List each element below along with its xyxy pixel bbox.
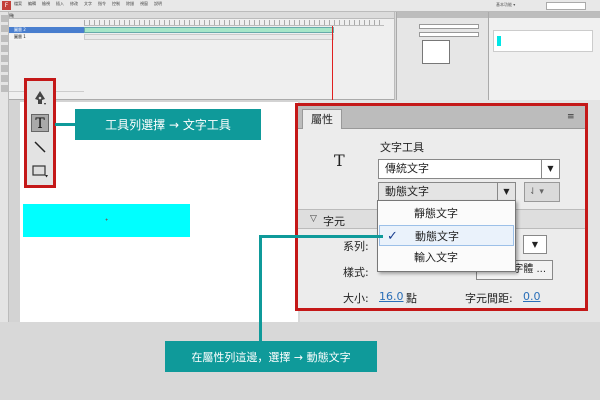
menu-item-dynamic-text[interactable]: ✓ 動態文字 (379, 225, 514, 246)
layer-name[interactable]: 圖層 2 (8, 27, 84, 33)
tools-strip (0, 12, 9, 322)
menu-debug[interactable]: 除錯 (126, 1, 134, 7)
tool-icon[interactable] (1, 45, 8, 52)
tool-icon[interactable] (1, 75, 8, 82)
family-label: 系列: (343, 240, 369, 253)
layer-name[interactable]: 圖層 1 (8, 34, 84, 40)
timeline-layer-row[interactable]: 圖層 1 (0, 34, 395, 40)
timeline-title: 時間軸 (0, 12, 394, 19)
mini-panel-header (489, 12, 600, 18)
menu-view[interactable]: 檢視 (42, 1, 50, 7)
panel-menu-icon[interactable]: ≡ (567, 113, 579, 122)
menu-bar: F 檔案 編輯 檢視 插入 修改 文字 指令 控制 除錯 視窗 說明 基本功能 … (0, 0, 600, 12)
tool-name-label: 文字工具 (380, 141, 424, 154)
tool-icon[interactable] (1, 65, 8, 72)
letter-spacing-label: 字元間距: (465, 292, 513, 305)
registration-point-icon: + (105, 217, 109, 222)
pen-tool-icon[interactable] (31, 89, 49, 107)
menu-item-static-text[interactable]: 靜態文字 (379, 203, 514, 224)
tool-icon[interactable] (1, 35, 8, 42)
layer-frames[interactable] (84, 34, 334, 40)
panel-tab-bar: 屬性 ≡ (298, 106, 585, 129)
menu-help[interactable]: 說明 (154, 1, 162, 7)
text-type-select[interactable]: 動態文字 ▼ (378, 182, 516, 202)
svg-text:T: T (35, 116, 45, 130)
font-size-value[interactable]: 16.0 (379, 290, 404, 303)
text-type-value: 動態文字 (385, 185, 429, 198)
letter-spacing-value[interactable]: 0.0 (523, 290, 541, 303)
menu-insert[interactable]: 插入 (56, 1, 64, 7)
property-callout-connector-horizontal (259, 235, 383, 238)
font-size-unit: 點 (406, 292, 417, 305)
tool-instruction-label: 工具列選擇 → 文字工具 (75, 109, 261, 140)
menu-control[interactable]: 控制 (112, 1, 120, 7)
chevron-down-icon[interactable]: ▼ (541, 160, 559, 178)
menu-item-label: 動態文字 (415, 230, 459, 243)
text-tool-icon[interactable]: T (31, 114, 49, 132)
workspace-switcher[interactable]: 基本功能 ▾ (496, 2, 542, 10)
text-tool-large-icon: T (334, 151, 345, 170)
checkmark-icon: ✓ (387, 229, 398, 244)
menu-commands[interactable]: 指令 (98, 1, 106, 7)
mini-library-panel (488, 12, 600, 102)
property-callout-connector-vertical (259, 235, 262, 342)
text-type-menu: 靜態文字 ✓ 動態文字 輸入文字 (377, 200, 516, 272)
line-tool-icon[interactable] (31, 138, 49, 156)
mini-dropdown[interactable] (419, 24, 479, 29)
search-input[interactable] (546, 2, 586, 10)
layer-frames[interactable] (84, 27, 334, 33)
property-instruction-label: 在屬性列這邊，選擇 → 動態文字 (165, 341, 377, 372)
size-label: 大小: (343, 292, 369, 305)
tab-properties[interactable]: 屬性 (302, 109, 342, 129)
mini-panel-header (397, 12, 488, 18)
mini-properties-panel (396, 12, 488, 108)
style-label: 樣式: (343, 266, 369, 279)
collapse-triangle-icon[interactable]: ▽ (310, 214, 317, 224)
menu-window[interactable]: 視窗 (140, 1, 148, 7)
tool-callout-connector (55, 123, 76, 126)
library-preview (493, 30, 593, 52)
tool-icon[interactable] (1, 15, 8, 22)
mini-popup-menu (422, 40, 450, 64)
menu-edit[interactable]: 編輯 (28, 1, 36, 7)
menu-text[interactable]: 文字 (84, 1, 92, 7)
menu-file[interactable]: 檔案 (14, 1, 22, 7)
app-logo-icon: F (2, 1, 11, 10)
library-swatch (497, 36, 501, 46)
dynamic-text-field[interactable]: + (23, 204, 190, 237)
tool-icon[interactable] (1, 25, 8, 32)
timeline-layer-row[interactable]: 圖層 2 (0, 27, 395, 33)
timeline-panel: 時間軸 圖層 2 圖層 1 (0, 12, 395, 112)
chevron-down-icon[interactable]: ▼ (497, 183, 515, 201)
text-engine-select[interactable]: 傳統文字 ▼ (378, 159, 560, 179)
menu-modify[interactable]: 修改 (70, 1, 78, 7)
text-orientation-button[interactable]: ⇃ ▾ (524, 182, 560, 202)
tool-icon[interactable] (1, 85, 8, 92)
toolbar-zoom-callout: T (24, 78, 56, 188)
frame-ruler[interactable] (84, 20, 384, 26)
mini-dropdown[interactable] (419, 32, 479, 37)
menu-items: 檔案 編輯 檢視 插入 修改 文字 指令 控制 除錯 視窗 說明 (14, 1, 162, 7)
menu-item-input-text[interactable]: 輸入文字 (379, 247, 514, 268)
rectangle-tool-icon[interactable] (31, 162, 49, 180)
text-engine-value: 傳統文字 (385, 162, 429, 175)
chevron-down-icon[interactable]: ▼ (523, 235, 547, 254)
section-title: 字元 (323, 215, 345, 228)
tool-icon[interactable] (1, 55, 8, 62)
